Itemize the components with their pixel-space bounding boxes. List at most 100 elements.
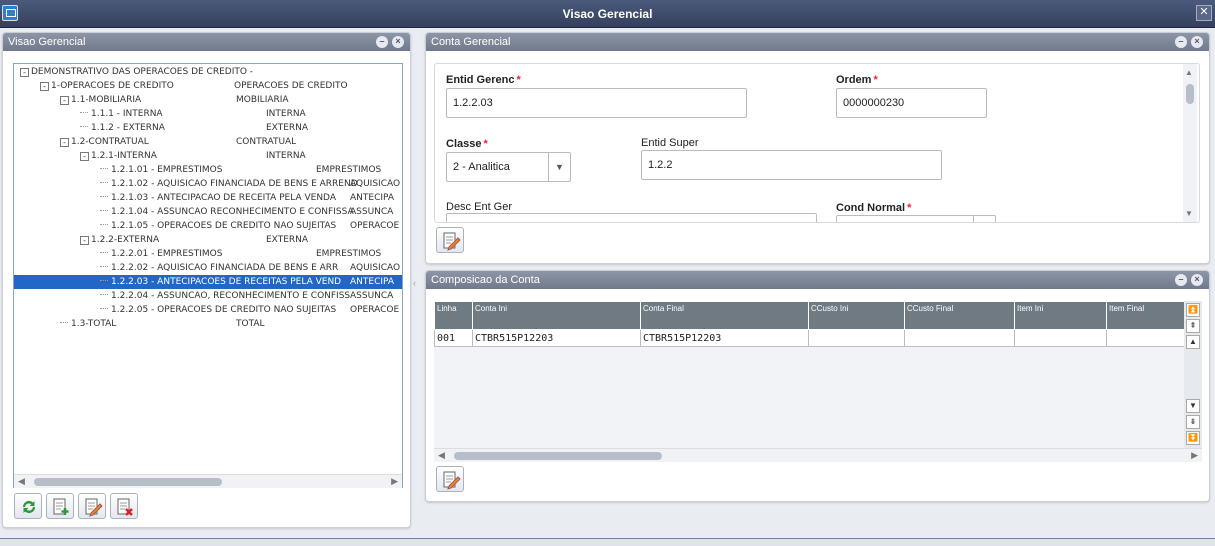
tree-node-code: 1.2.2.02 - AQUISICAO FINANCIADA DE BENS … xyxy=(111,263,339,273)
collapse-icon[interactable]: - xyxy=(80,152,89,161)
collapse-icon[interactable]: - xyxy=(80,236,89,245)
scroll-thumb[interactable] xyxy=(454,452,662,460)
tree-connector xyxy=(100,224,108,225)
tree-node[interactable]: 1.1.1 - INTERNA INTERNA xyxy=(14,107,402,121)
grid-horizontal-scrollbar[interactable]: ◀ ▶ xyxy=(434,448,1202,462)
cond-normal-label: Cond Normal * xyxy=(836,202,912,214)
window-close-button[interactable]: ✕ xyxy=(1196,5,1212,21)
first-record-icon[interactable]: ⏫ xyxy=(1186,303,1200,317)
composicao-grid: Linha Conta Ini Conta Final CCusto Ini CCust… xyxy=(434,301,1184,347)
minimize-icon[interactable]: – xyxy=(1175,274,1187,286)
edit-button[interactable] xyxy=(78,493,106,519)
tree-node[interactable]: 1.2.2.04 - ASSUNCAO, RECONHECIMENTO E CO… xyxy=(14,289,402,303)
table-cell[interactable]: 001 xyxy=(434,329,473,347)
minimize-icon[interactable]: – xyxy=(1175,36,1187,48)
column-header[interactable]: Conta Ini xyxy=(472,301,641,330)
entid-super-field[interactable]: 1.2.2 xyxy=(641,150,942,180)
scroll-up-icon[interactable]: ▲ xyxy=(1186,335,1200,349)
add-button[interactable] xyxy=(46,493,74,519)
tree-node[interactable]: 1.2.1.01 - EMPRESTIMOS EMPRESTIMOS xyxy=(14,163,402,177)
scroll-down-icon[interactable]: ▼ xyxy=(1186,399,1200,413)
refresh-button[interactable] xyxy=(14,493,42,519)
last-record-icon[interactable]: ⏬ xyxy=(1186,431,1200,445)
close-icon[interactable]: × xyxy=(392,36,404,48)
entid-gerenc-field[interactable]: 1.2.2.03 xyxy=(446,88,747,118)
tree-connector xyxy=(100,280,108,281)
tree-node[interactable]: -1.2.2-EXTERNA EXTERNA xyxy=(14,233,402,247)
scroll-thumb[interactable] xyxy=(1186,84,1194,104)
desc-ent-ger-field[interactable] xyxy=(446,213,817,222)
panel-title: Composicao da Conta xyxy=(431,274,540,286)
tree-node[interactable]: -1.2-CONTRATUAL CONTRATUAL xyxy=(14,135,402,149)
tree-node-description: OPERACOE xyxy=(350,305,400,315)
column-header[interactable]: Item Ini xyxy=(1014,301,1107,330)
tree-node[interactable]: 1.2.1.05 - OPERACOES DE CREDITO NAO SUJE… xyxy=(14,219,402,233)
tree-node[interactable]: 1.2.2.01 - EMPRESTIMOS EMPRESTIMOS xyxy=(14,247,402,261)
table-cell[interactable] xyxy=(904,329,1015,347)
collapse-icon[interactable]: - xyxy=(60,138,69,147)
delete-button[interactable] xyxy=(110,493,138,519)
tree-node[interactable]: -1-OPERACOES DE CREDITO OPERACOES DE CRED… xyxy=(14,79,402,93)
edit-conta-button[interactable] xyxy=(436,227,464,253)
tree-node[interactable]: 1.2.1.03 - ANTECIPACAO DE RECEITA PELA V… xyxy=(14,191,402,205)
edit-composicao-button[interactable] xyxy=(436,466,464,492)
table-cell[interactable]: CTBR515P12203 xyxy=(472,329,641,347)
cond-normal-select[interactable] xyxy=(836,215,996,222)
tree-node[interactable]: 1.2.1.04 - ASSUNCAO RECONHECIMENTO E CON… xyxy=(14,205,402,219)
tree-node-description: EXTERNA xyxy=(266,235,309,245)
table-row[interactable]: 001 CTBR515P12203 CTBR515P12203 xyxy=(434,329,1184,347)
minimize-icon[interactable]: – xyxy=(376,36,388,48)
tree-node[interactable]: -1.1-MOBILIARIA MOBILIARIA xyxy=(14,93,402,107)
tree-node-code: 1.2.1.05 - OPERACOES DE CREDITO NAO SUJE… xyxy=(111,221,337,231)
tree-node[interactable]: 1.3-TOTAL TOTAL xyxy=(14,317,402,331)
visao-gerencial-panel: Visao Gerencial – × - DEMONSTRATIVO DAS O… xyxy=(2,32,411,528)
tree-connector xyxy=(100,294,108,295)
tree-horizontal-scrollbar[interactable]: ◀ ▶ xyxy=(14,474,402,488)
tree-node[interactable]: 1.2.2.03 - ANTECIPACOES DE RECEITAS PELA… xyxy=(14,275,402,289)
ordem-field[interactable]: 0000000230 xyxy=(836,88,987,118)
table-cell[interactable] xyxy=(808,329,905,347)
edit-icon xyxy=(443,232,461,251)
scroll-up-icon[interactable]: ▲ xyxy=(1185,68,1193,77)
tree-node-description: ASSUNCA xyxy=(350,207,394,217)
tree-node[interactable]: 1.2.2.05 - OPERACOES DE CREDITO NAO SUJE… xyxy=(14,303,402,317)
tree-node[interactable]: 1.1.2 - EXTERNA EXTERNA xyxy=(14,121,402,135)
column-header[interactable]: CCusto Final xyxy=(904,301,1015,330)
column-header[interactable]: Linha xyxy=(434,301,473,330)
desc-ent-ger-label: Desc Ent Ger xyxy=(446,201,513,213)
page-up-icon[interactable]: ⇞ xyxy=(1186,319,1200,333)
table-cell[interactable]: CTBR515P12203 xyxy=(640,329,809,347)
window-titlebar: Visao Gerencial ✕ xyxy=(0,0,1215,28)
collapse-icon[interactable]: - xyxy=(60,96,69,105)
close-icon[interactable]: × xyxy=(1191,274,1203,286)
classe-select[interactable]: 2 - Analitica ▼ xyxy=(446,152,571,182)
scroll-down-icon[interactable]: ▼ xyxy=(1185,209,1193,218)
table-cell[interactable] xyxy=(1014,329,1107,347)
chevron-down-icon[interactable]: ▼ xyxy=(548,153,570,181)
close-icon[interactable]: × xyxy=(1191,36,1203,48)
table-cell[interactable] xyxy=(1106,329,1184,347)
scroll-left-icon[interactable]: ◀ xyxy=(438,450,445,461)
page-down-icon[interactable]: ⇟ xyxy=(1186,415,1200,429)
scroll-right-icon[interactable]: ▶ xyxy=(1191,450,1198,461)
tree-node-description: OPERACOE xyxy=(350,221,400,231)
column-header[interactable]: CCusto Ini xyxy=(808,301,905,330)
tree-node[interactable]: -1.2.1-INTERNA INTERNA xyxy=(14,149,402,163)
splitter-handle[interactable]: ‹ xyxy=(413,278,416,288)
column-header[interactable]: Conta Final xyxy=(640,301,809,330)
form-vertical-scrollbar[interactable]: ▲ ▼ xyxy=(1183,64,1197,222)
tree-node-description: EMPRESTIMOS xyxy=(316,165,382,175)
column-header[interactable]: Item Final xyxy=(1106,301,1184,330)
scroll-right-icon[interactable]: ▶ xyxy=(391,476,398,487)
chevron-down-icon[interactable] xyxy=(973,216,995,222)
tree-node[interactable]: 1.2.2.02 - AQUISICAO FINANCIADA DE BENS … xyxy=(14,261,402,275)
tree-node[interactable]: 1.2.1.02 - AQUISICAO FINANCIADA DE BENS … xyxy=(14,177,402,191)
tree-node-code: 1.2.1.02 - AQUISICAO FINANCIADA DE BENS … xyxy=(111,179,358,189)
scroll-left-icon[interactable]: ◀ xyxy=(18,476,25,487)
collapse-icon[interactable]: - xyxy=(20,68,29,77)
tree-node[interactable]: - DEMONSTRATIVO DAS OPERACOES DE CREDITO … xyxy=(14,65,402,79)
collapse-icon[interactable]: - xyxy=(40,82,49,91)
tree-node-code: 1.2.1.04 - ASSUNCAO RECONHECIMENTO E CON… xyxy=(111,207,354,217)
tree-view[interactable]: - DEMONSTRATIVO DAS OPERACOES DE CREDITO … xyxy=(13,63,403,488)
scroll-thumb[interactable] xyxy=(34,478,222,486)
